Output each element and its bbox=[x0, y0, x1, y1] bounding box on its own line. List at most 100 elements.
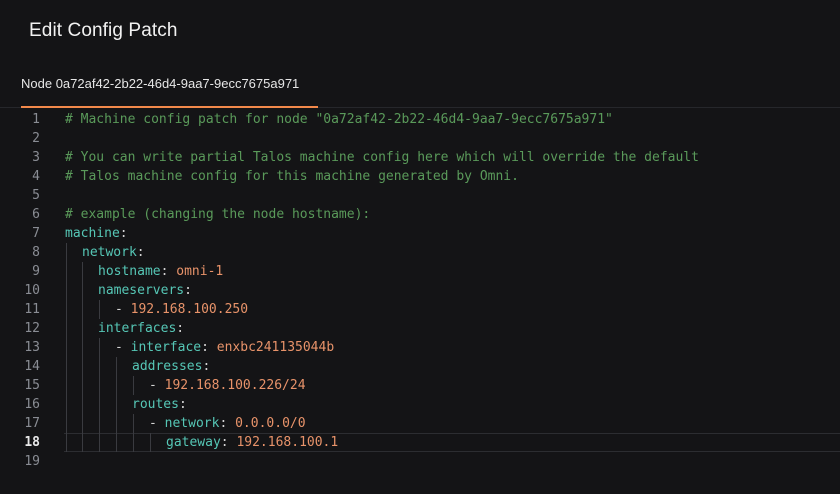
indent-guide bbox=[150, 433, 151, 452]
code-line[interactable]: 11 - 192.168.100.250 bbox=[0, 300, 840, 319]
code-token-comment: # You can write partial Talos machine co… bbox=[65, 150, 699, 165]
code-token-comment: # Talos machine config for this machine … bbox=[65, 169, 519, 184]
indent-guide bbox=[66, 262, 67, 281]
indent-guide bbox=[66, 357, 67, 376]
tab-node[interactable]: Node 0a72af42-2b22-46d4-9aa7-9ecc7675a97… bbox=[21, 76, 299, 91]
line-number: 3 bbox=[32, 150, 40, 165]
line-number: 18 bbox=[24, 435, 40, 450]
code-line[interactable]: 3 # You can write partial Talos machine c… bbox=[0, 148, 840, 167]
code-token-key: addresses bbox=[132, 359, 203, 374]
code-token-val: 192.168.100.226/24 bbox=[164, 378, 306, 393]
indent-guide bbox=[133, 414, 134, 433]
code-token-val: omni-1 bbox=[176, 264, 224, 279]
code-text: # You can write partial Talos machine co… bbox=[65, 148, 699, 167]
code-line[interactable]: 1 # Machine config patch for node "0a72af… bbox=[0, 110, 840, 129]
code-token-punct: : bbox=[201, 340, 217, 355]
indent-guide bbox=[82, 300, 83, 319]
indent-guide bbox=[82, 414, 83, 433]
code-token-punct: : bbox=[220, 435, 237, 450]
code-line[interactable]: 19 bbox=[0, 452, 840, 471]
code-line[interactable]: 10 nameservers: bbox=[0, 281, 840, 300]
indent-guide bbox=[82, 433, 83, 452]
code-token-punct: - bbox=[115, 340, 131, 355]
indent-guide bbox=[66, 395, 67, 414]
indent-guide bbox=[66, 414, 67, 433]
indent-guide bbox=[82, 357, 83, 376]
indent-guide bbox=[82, 262, 83, 281]
line-number: 8 bbox=[32, 245, 40, 260]
indent-guide bbox=[66, 281, 67, 300]
line-number: 9 bbox=[32, 264, 40, 279]
code-line[interactable]: 18 gateway: 192.168.100.1 bbox=[0, 433, 840, 452]
code-line[interactable]: 12 interfaces: bbox=[0, 319, 840, 338]
line-number: 4 bbox=[32, 169, 40, 184]
code-line[interactable]: 13 - interface: enxbc241135044b bbox=[0, 338, 840, 357]
code-text: hostname: omni-1 bbox=[98, 262, 223, 281]
code-line[interactable]: 17 - network: 0.0.0.0/0 bbox=[0, 414, 840, 433]
code-token-key: nameservers bbox=[98, 283, 185, 298]
indent-guide bbox=[116, 395, 117, 414]
indent-guide bbox=[133, 433, 134, 452]
indent-guide bbox=[82, 319, 83, 338]
indent-guide bbox=[82, 395, 83, 414]
indent-guide bbox=[66, 243, 67, 262]
indent-guide bbox=[82, 338, 83, 357]
code-line[interactable]: 4 # Talos machine config for this machine… bbox=[0, 167, 840, 186]
indent-guide bbox=[66, 376, 67, 395]
code-token-punct: : bbox=[184, 283, 192, 298]
code-token-key: network bbox=[82, 245, 137, 260]
code-token-punct: : bbox=[176, 321, 185, 336]
tab-active-indicator bbox=[21, 106, 318, 108]
code-token-comment: # example (changing the node hostname): bbox=[65, 207, 371, 222]
code-token-val: 192.168.100.1 bbox=[236, 435, 339, 450]
line-number: 6 bbox=[32, 207, 40, 222]
code-token-key: interfaces bbox=[98, 321, 177, 336]
indent-guide bbox=[116, 433, 117, 452]
indent-guide bbox=[116, 357, 117, 376]
indent-guide bbox=[66, 433, 67, 452]
indent-guide bbox=[82, 376, 83, 395]
code-line[interactable]: 9 hostname: omni-1 bbox=[0, 262, 840, 281]
code-token-key: gateway bbox=[166, 435, 221, 450]
code-token-punct: : bbox=[160, 264, 177, 279]
code-line[interactable]: 2 bbox=[0, 129, 840, 148]
code-line[interactable]: 5 bbox=[0, 186, 840, 205]
indent-guide bbox=[99, 357, 100, 376]
line-number: 16 bbox=[24, 397, 40, 412]
code-text: # Talos machine config for this machine … bbox=[65, 167, 519, 186]
indent-guide bbox=[133, 376, 134, 395]
code-line[interactable]: 7 machine: bbox=[0, 224, 840, 243]
code-token-comment: # Machine config patch for node "0a72af4… bbox=[65, 112, 613, 127]
line-number: 15 bbox=[24, 378, 40, 393]
indent-guide bbox=[66, 300, 67, 319]
code-line[interactable]: 8 network: bbox=[0, 243, 840, 262]
code-text: interfaces: bbox=[98, 319, 184, 338]
code-line[interactable]: 14 addresses: bbox=[0, 357, 840, 376]
indent-guide bbox=[116, 376, 117, 395]
line-number: 2 bbox=[32, 131, 40, 146]
line-number: 19 bbox=[24, 454, 40, 469]
code-text: network: bbox=[82, 243, 145, 262]
code-line[interactable]: 6 # example (changing the node hostname): bbox=[0, 205, 840, 224]
line-number: 13 bbox=[24, 340, 40, 355]
indent-guide bbox=[99, 300, 100, 319]
indent-guide bbox=[99, 414, 100, 433]
code-line[interactable]: 16 routes: bbox=[0, 395, 840, 414]
code-token-key: routes bbox=[132, 397, 179, 412]
code-token-key: machine bbox=[65, 226, 120, 241]
code-text: - 192.168.100.226/24 bbox=[149, 376, 306, 395]
code-token-val: enxbc241135044b bbox=[216, 340, 335, 355]
line-number: 11 bbox=[24, 302, 40, 317]
code-token-key: network bbox=[164, 416, 220, 431]
indent-guide bbox=[66, 319, 67, 338]
indent-guide bbox=[99, 433, 100, 452]
code-text: - 192.168.100.250 bbox=[115, 300, 248, 319]
code-token-punct: : bbox=[178, 397, 187, 412]
indent-guide bbox=[82, 281, 83, 300]
line-number: 12 bbox=[24, 321, 40, 336]
code-token-val: 0.0.0.0/0 bbox=[235, 416, 306, 431]
code-line[interactable]: 15 - 192.168.100.226/24 bbox=[0, 376, 840, 395]
code-token-punct: : bbox=[219, 416, 236, 431]
code-text: - network: 0.0.0.0/0 bbox=[149, 414, 306, 433]
code-editor[interactable]: 1 # Machine config patch for node "0a72af… bbox=[0, 110, 840, 494]
